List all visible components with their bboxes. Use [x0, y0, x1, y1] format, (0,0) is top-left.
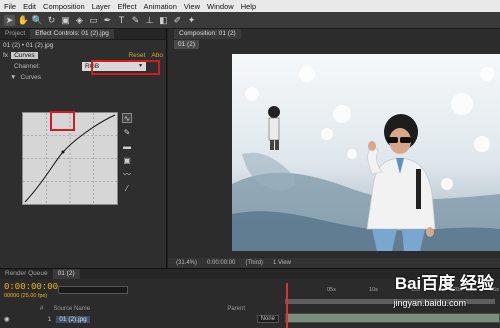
layer-column-header: # Source Name Parent	[0, 304, 285, 313]
layer-row[interactable]: ◉ 1 01 (2).jpg None	[0, 314, 285, 324]
column-source-name: Source Name	[53, 305, 91, 312]
menu-composition[interactable]: Composition	[43, 2, 85, 11]
eraser-tool-icon[interactable]: ◧	[158, 15, 169, 26]
effect-controls-subheader: 01 (2) • 01 (2).jpg	[3, 41, 54, 49]
curve-control-point[interactable]	[61, 150, 65, 154]
layer-name[interactable]: 01 (2).jpg	[56, 315, 90, 323]
fx-toggle-icon[interactable]: fx	[3, 52, 8, 59]
frame-rate-label: 00000 (25.00 fps)	[4, 293, 48, 299]
column-parent: Parent	[227, 305, 245, 312]
tab-project[interactable]: Project	[0, 29, 30, 39]
save-icon[interactable]: ▣	[122, 155, 132, 165]
viewer-timecode[interactable]: 0:00:00:00	[207, 260, 235, 266]
curve-tools: ∿ ✎ ▬ ▣ 〰 ⁄	[122, 113, 134, 197]
camera-view-dropdown[interactable]: (Third)	[245, 260, 263, 266]
mask-tool-icon[interactable]: ▭	[88, 15, 99, 26]
pencil-tool-icon[interactable]: ✎	[122, 127, 132, 137]
menu-edit[interactable]: Edit	[23, 2, 36, 11]
parent-dropdown[interactable]: None	[256, 315, 279, 323]
left-panel-tabs: Project Effect Controls: 01 (2).jpg	[0, 29, 166, 40]
channel-highlight-box	[91, 60, 160, 75]
zoom-tool-icon[interactable]: 🔍	[32, 15, 43, 26]
hand-tool-icon[interactable]: ✋	[18, 15, 29, 26]
menu-bar: File Edit Composition Layer Effect Anima…	[0, 0, 500, 12]
camera-tool-icon[interactable]: ▣	[60, 15, 71, 26]
smooth-icon[interactable]: 〰	[122, 169, 132, 179]
roto-brush-tool-icon[interactable]: ✐	[172, 15, 183, 26]
menu-help[interactable]: Help	[241, 2, 256, 11]
composition-name-tab[interactable]: 01 (2)	[174, 40, 199, 49]
current-time-display[interactable]: 0:00:00:00	[4, 282, 58, 292]
tools-toolbar: ➤ ✋ 🔍 ↻ ▣ ◈ ▭ ✒ T ✎ ⊥ ◧ ✐ ✦	[0, 12, 500, 29]
curves-label: Curves	[20, 73, 42, 81]
reset-curve-icon[interactable]: ⁄	[122, 183, 132, 193]
effect-row-curves: fx Curves Reset Abo	[0, 50, 166, 60]
tab-composition[interactable]: Composition: 01 (2)	[174, 29, 241, 39]
pen-tool-icon[interactable]: ✒	[102, 15, 113, 26]
rotate-tool-icon[interactable]: ↻	[46, 15, 57, 26]
menu-animation[interactable]: Animation	[144, 2, 177, 11]
column-index: #	[40, 305, 44, 312]
bezier-curve-tool-icon[interactable]: ∿	[122, 113, 132, 123]
clone-stamp-tool-icon[interactable]: ⊥	[144, 15, 155, 26]
menu-window[interactable]: Window	[207, 2, 234, 11]
composition-viewer[interactable]	[232, 54, 500, 251]
reset-link[interactable]: Reset	[128, 52, 145, 59]
about-link[interactable]: Abo	[151, 52, 163, 59]
composition-panel: Composition: 01 (2) 01 (2) (31.4%) 0:00:…	[168, 29, 500, 268]
menu-layer[interactable]: Layer	[92, 2, 111, 11]
effect-controls-panel: Project Effect Controls: 01 (2).jpg 01 (…	[0, 29, 167, 268]
zoom-dropdown[interactable]: (31.4%)	[176, 260, 197, 266]
brush-tool-icon[interactable]: ✎	[130, 15, 141, 26]
watermark-url: jingyan.baidu.com	[393, 298, 466, 308]
pan-behind-tool-icon[interactable]: ◈	[74, 15, 85, 26]
layer-duration-bar[interactable]	[285, 313, 500, 323]
tab-render-queue[interactable]: Render Queue	[0, 269, 53, 279]
playhead-indicator[interactable]	[286, 283, 288, 328]
eye-icon[interactable]: ◉	[4, 315, 10, 323]
composition-image	[232, 54, 500, 251]
ruler-label: 10s	[369, 287, 378, 293]
ruler-label: 05s	[327, 287, 336, 293]
open-folder-icon[interactable]: ▬	[122, 141, 132, 151]
selection-tool-icon[interactable]: ➤	[4, 14, 15, 26]
layer-index: 1	[47, 315, 52, 323]
tab-effect-controls[interactable]: Effect Controls: 01 (2).jpg	[30, 29, 114, 39]
text-tool-icon[interactable]: T	[116, 15, 127, 26]
curve-point-highlight-box	[50, 111, 75, 131]
viewer-controls-bar: (31.4%) 0:00:00:00 (Third) 1 View	[168, 258, 500, 268]
effect-name[interactable]: Curves	[11, 51, 38, 59]
puppet-tool-icon[interactable]: ✦	[186, 15, 197, 26]
menu-file[interactable]: File	[4, 2, 16, 11]
timeline-search-input[interactable]	[58, 286, 128, 294]
views-layout-dropdown[interactable]: 1 View	[273, 260, 291, 266]
channel-label: Channel:	[14, 62, 41, 70]
tab-timeline-comp[interactable]: 01 (2)	[52, 269, 80, 279]
disclosure-triangle-icon[interactable]: ▼	[10, 74, 16, 81]
menu-effect[interactable]: Effect	[117, 2, 136, 11]
baidu-jingyan-watermark: Bai百度 经验	[394, 274, 494, 293]
menu-view[interactable]: View	[184, 2, 200, 11]
